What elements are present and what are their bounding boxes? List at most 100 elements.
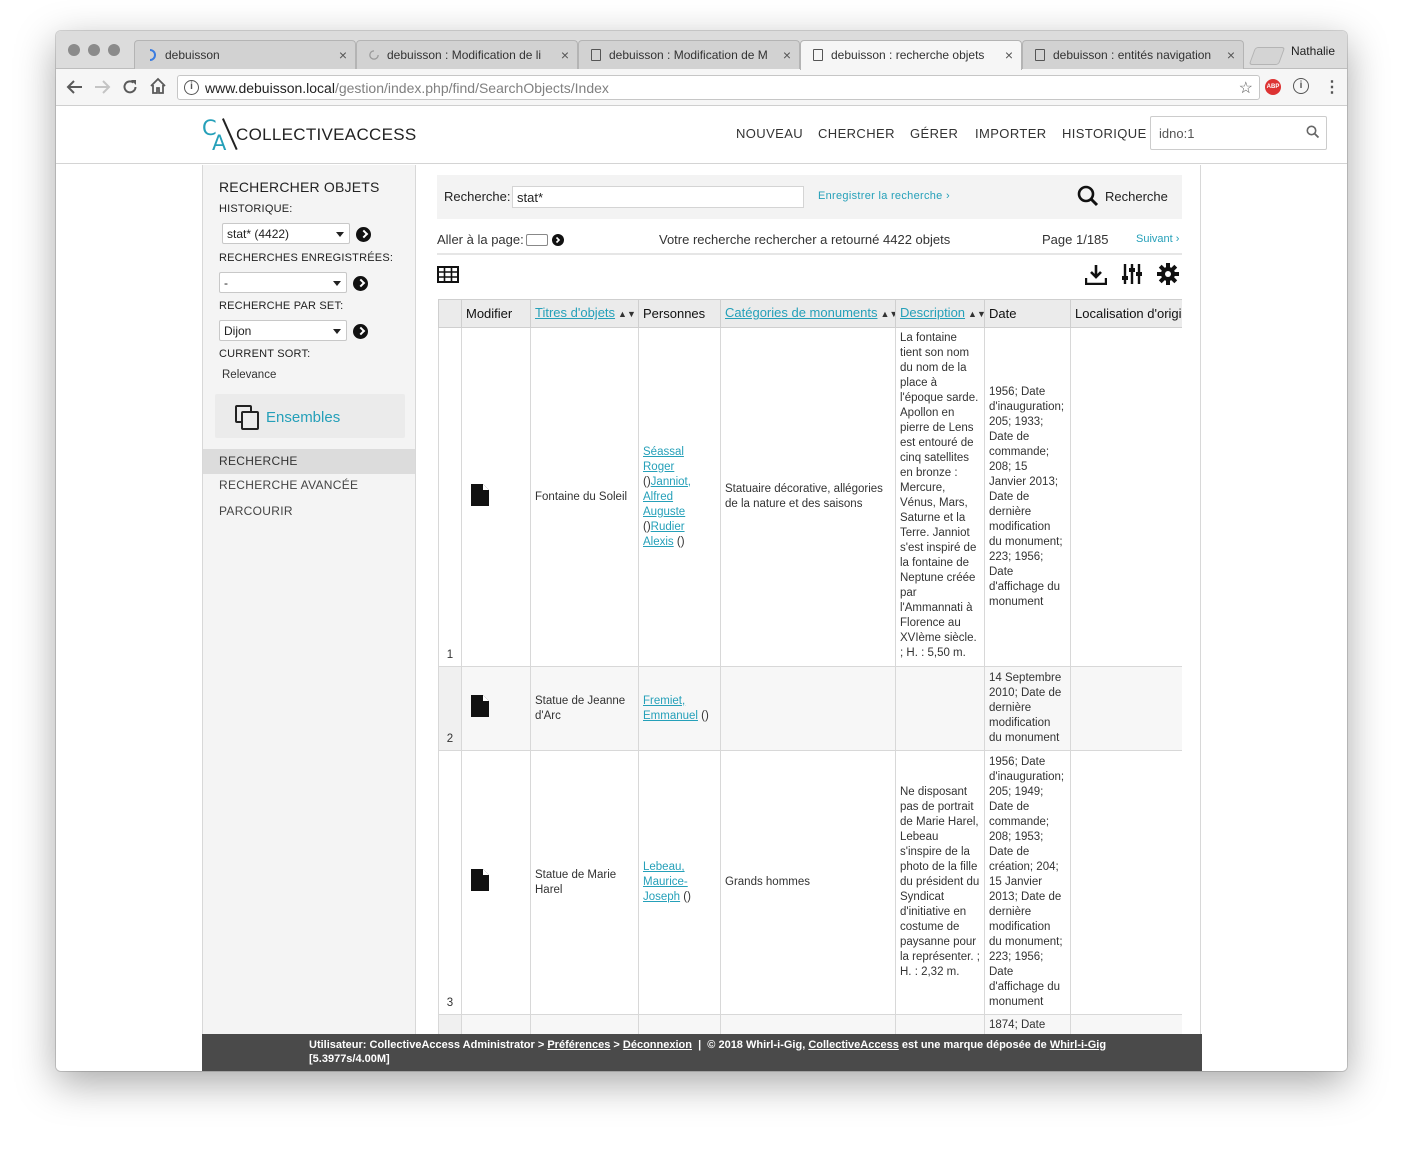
whirligig-link[interactable]: Whirl-i-Gig — [1050, 1039, 1106, 1051]
minimize-window-button[interactable] — [88, 44, 100, 56]
close-icon[interactable]: × — [1005, 41, 1013, 69]
saved-searches-go-button[interactable] — [353, 276, 368, 291]
person-role: () — [701, 709, 709, 722]
new-tab-button[interactable] — [1248, 47, 1286, 65]
logo-text: COLLECTIVEACCESS — [236, 125, 417, 144]
sort-icon[interactable]: ▲▼ — [880, 309, 894, 319]
category-cell: Statuaire décorative, allégories de la n… — [720, 327, 896, 667]
sort-link-description[interactable]: Description — [900, 305, 965, 320]
historique-go-button[interactable] — [356, 227, 371, 242]
home-icon[interactable] — [149, 77, 167, 95]
search-bar: Recherche: Enregistrer la recherche › Re… — [437, 175, 1182, 219]
zoom-window-button[interactable] — [108, 44, 120, 56]
sort-icon[interactable]: ▲▼ — [618, 309, 636, 319]
goto-page-go-icon[interactable] — [552, 234, 564, 246]
bookmark-star-icon[interactable]: ☆ — [1239, 78, 1253, 98]
url-text[interactable]: www.debuisson.local/gestion/index.php/fi… — [205, 80, 609, 96]
tab-4-active[interactable]: debuisson : recherche objets × — [800, 40, 1022, 70]
tab-1[interactable]: debuisson × — [134, 40, 356, 69]
tab-strip: debuisson × debuisson : Modification de … — [56, 31, 1347, 70]
close-window-button[interactable] — [68, 44, 80, 56]
edit-document-icon[interactable] — [471, 695, 489, 717]
browser-menu-icon[interactable]: ⋮ — [1324, 77, 1340, 97]
address-bar[interactable]: i www.debuisson.local/gestion/index.php/… — [177, 75, 1260, 100]
site-info-icon[interactable]: i — [184, 80, 199, 95]
col-header-description[interactable]: Description ▲▼ — [895, 299, 985, 328]
current-sort-label: CURRENT SORT: — [219, 348, 311, 360]
person-link[interactable]: Lebeau, Maurice-Joseph — [643, 861, 688, 903]
person-link[interactable]: Séassal Roger — [643, 446, 684, 473]
profile-name[interactable]: Nathalie — [1291, 44, 1335, 58]
sets-button[interactable]: Ensembles — [215, 394, 405, 438]
col-header-titles[interactable]: Titres d'objets ▲▼ — [530, 299, 639, 328]
close-icon[interactable]: × — [339, 41, 347, 69]
gear-icon[interactable] — [1157, 263, 1179, 285]
localisation-cell — [1070, 750, 1182, 1015]
person-role: () — [643, 475, 651, 488]
page-indicator: Page 1/185 — [1042, 232, 1109, 247]
saved-searches-select[interactable]: - — [219, 272, 347, 293]
extension-info-icon[interactable]: i — [1293, 78, 1309, 94]
goto-page-label: Aller à la page: — [437, 232, 524, 247]
table-view-icon[interactable] — [437, 266, 459, 283]
historique-select[interactable]: stat* (4422) — [222, 223, 350, 244]
edit-document-icon[interactable] — [471, 869, 489, 891]
nav-gerer[interactable]: GÉRER — [910, 126, 958, 141]
search-icon[interactable] — [1306, 125, 1320, 139]
adblock-icon[interactable]: ABP — [1265, 79, 1281, 95]
row-number: 3 — [438, 750, 462, 1015]
person-link[interactable]: Janniot, Alfred Auguste — [643, 476, 691, 518]
download-icon[interactable] — [1085, 264, 1107, 285]
tab-5[interactable]: debuisson : entités navigation × — [1022, 40, 1244, 69]
goto-page-input[interactable] — [526, 234, 548, 246]
sidebar-title: RECHERCHER OBJETS — [219, 179, 380, 195]
sort-icon[interactable]: ▲▼ — [968, 309, 983, 319]
footer-stats: [5.3977s/4.00M] — [309, 1053, 390, 1065]
page-icon — [591, 49, 601, 61]
sidebar-item-recherche[interactable]: RECHERCHE — [203, 449, 415, 474]
back-arrow-icon[interactable] — [66, 78, 84, 96]
search-button[interactable]: Recherche — [1077, 185, 1168, 210]
object-title: Statue de Jeanne d'Arc — [530, 666, 639, 751]
historique-label: HISTORIQUE: — [219, 203, 293, 215]
sidebar-item-recherche-avancee[interactable]: RECHERCHE AVANCÉE — [203, 473, 415, 498]
col-header-num — [438, 299, 462, 328]
column-settings-icon[interactable] — [1122, 263, 1142, 285]
results-toolbar — [437, 261, 1182, 287]
person-link[interactable]: Fremiet, Emmanuel — [643, 695, 698, 722]
historique-value: stat* (4422) — [227, 227, 290, 241]
search-input[interactable] — [512, 186, 804, 208]
tab-3[interactable]: debuisson : Modification de M × — [578, 40, 800, 69]
logout-link[interactable]: Déconnexion — [623, 1039, 692, 1051]
chevron-down-icon — [333, 281, 341, 286]
set-search-go-button[interactable] — [353, 324, 368, 339]
col-header-persons: Personnes — [638, 299, 721, 328]
save-search-link[interactable]: Enregistrer la recherche › — [818, 190, 950, 202]
set-search-select[interactable]: Dijon — [219, 320, 347, 341]
col-header-categories[interactable]: Catégories de monuments▲▼ — [720, 299, 896, 328]
quick-search — [1150, 116, 1327, 150]
edit-document-icon[interactable] — [471, 483, 489, 506]
nav-chercher[interactable]: CHERCHER — [818, 126, 895, 141]
sidebar-item-parcourir[interactable]: PARCOURIR — [203, 499, 415, 524]
next-page-link[interactable]: Suivant › — [1136, 233, 1179, 245]
set-search-value: Dijon — [224, 324, 252, 338]
page-icon — [1035, 49, 1045, 61]
sort-link-titles[interactable]: Titres d'objets — [535, 305, 615, 320]
reload-icon[interactable] — [121, 78, 139, 96]
preferences-link[interactable]: Préférences — [547, 1039, 610, 1051]
logo-a: A — [212, 131, 227, 155]
quick-search-input[interactable] — [1159, 126, 1299, 141]
close-icon[interactable]: × — [1227, 41, 1235, 69]
sets-icon — [235, 405, 259, 430]
sort-link-categories[interactable]: Catégories de monuments — [725, 305, 877, 320]
nav-importer[interactable]: IMPORTER — [975, 126, 1047, 141]
nav-nouveau[interactable]: NOUVEAU — [736, 126, 803, 141]
tab-2[interactable]: debuisson : Modification de li × — [356, 40, 578, 69]
nav-historique[interactable]: HISTORIQUE — [1062, 126, 1147, 141]
collectiveaccess-link[interactable]: CollectiveAccess — [808, 1039, 899, 1051]
close-icon[interactable]: × — [561, 41, 569, 69]
set-search-label: RECHERCHE PAR SET: — [219, 300, 344, 312]
forward-arrow-icon[interactable] — [93, 78, 111, 96]
close-icon[interactable]: × — [783, 41, 791, 69]
